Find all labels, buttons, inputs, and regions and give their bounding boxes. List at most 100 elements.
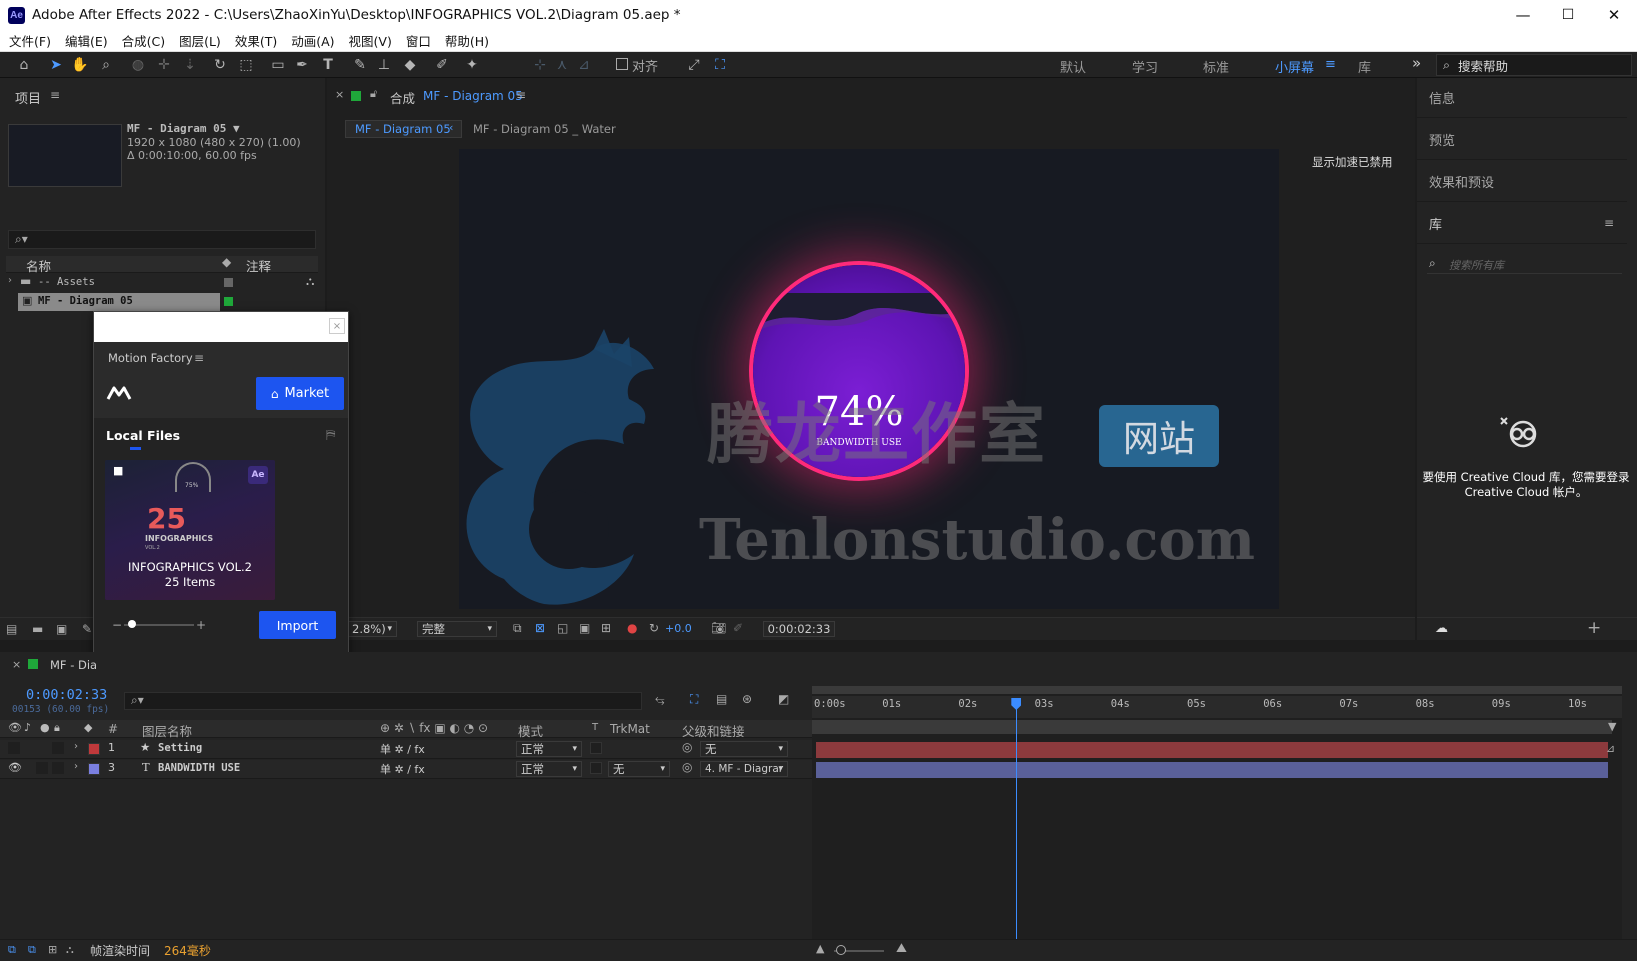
layer-name[interactable]: BANDWIDTH USE [158, 762, 240, 774]
orbit-camera-icon[interactable]: ◍ [128, 55, 148, 75]
menu-composition[interactable]: 合成(C) [122, 31, 165, 50]
flowchart-icon[interactable]: ⛬ [306, 274, 314, 289]
eraser-tool-icon[interactable]: ◆ [400, 55, 420, 75]
pan-camera-icon[interactable]: ✛ [154, 55, 174, 75]
menu-window[interactable]: 窗口 [406, 31, 431, 50]
add-library-icon[interactable]: + [1587, 618, 1601, 638]
layer-duration-bar[interactable] [816, 742, 1608, 758]
breadcrumb-next[interactable]: MF - Diagram 05 _ Water [473, 122, 616, 136]
layer-row-bandwidth-use[interactable]: 👁︎ › 3 T BANDWIDTH USE 单 ✲ / fx 正常 ▾ 无 ▾ ◎… [0, 760, 812, 779]
market-button[interactable]: ⌂ Market [256, 377, 344, 410]
column-mode[interactable]: 模式 [518, 721, 543, 740]
layer-switches[interactable]: 单 ✲ / fx [380, 761, 425, 777]
comp-navigator-bar[interactable] [812, 720, 1612, 734]
project-row-comp[interactable]: ▣ MF - Diagram 05 [6, 293, 318, 311]
preserve-transparency-toggle[interactable] [590, 762, 602, 774]
menu-help[interactable]: 帮助(H) [445, 31, 489, 50]
column-layer-name[interactable]: 图层名称 [142, 721, 192, 740]
reset-exposure-icon[interactable]: ↻ [649, 621, 659, 635]
layer-label-color[interactable] [88, 763, 100, 775]
selection-tool-icon[interactable]: ➤ [46, 55, 66, 75]
project-item-name[interactable]: MF - Diagram 05 ▼ [127, 122, 240, 135]
align-checkbox[interactable] [616, 58, 628, 70]
column-preserve-transparency[interactable]: T [592, 722, 598, 733]
timeline-tab-label[interactable]: MF - Dia [50, 658, 97, 672]
modes-toggle-icon[interactable]: ⧉ [28, 943, 36, 957]
libraries-panel-tab[interactable]: 库 [1417, 204, 1627, 244]
more-workspaces-icon[interactable]: » [1412, 54, 1421, 72]
rotation-tool-icon[interactable]: ↻ [210, 55, 230, 75]
parent-dropdown[interactable]: 4. MF - Diagrar ▾ [700, 761, 788, 777]
column-track-matte[interactable]: TrkMat [610, 722, 650, 736]
track-matte-dropdown[interactable]: 无 ▾ [608, 761, 670, 777]
expand-arrow-icon[interactable]: › [74, 761, 78, 772]
project-search-field[interactable]: ⌕▾ [8, 230, 316, 249]
pan-behind-tool-icon[interactable]: ⬚ [236, 55, 256, 75]
menu-view[interactable]: 视图(V) [349, 31, 392, 50]
dolly-camera-icon[interactable]: ⇣ [180, 55, 200, 75]
new-folder-icon[interactable]: ▬ [32, 622, 43, 636]
hide-shy-layers-icon[interactable]: ▤ [716, 692, 727, 706]
close-timeline-tab-icon[interactable]: × [12, 658, 21, 671]
channel-icon[interactable]: ● [627, 621, 637, 635]
breadcrumb-active[interactable]: MF - Diagram 05 ‹ [345, 120, 462, 138]
pick-whip-icon[interactable]: ◎ [682, 760, 692, 774]
layer-search-field[interactable]: ⌕▾ [124, 692, 642, 710]
draft-3d-icon[interactable]: ⛶ [690, 692, 698, 707]
snapshot-camera-icon[interactable]: 📷︎ [711, 621, 726, 635]
workspace-learn[interactable]: 学习 [1132, 57, 1158, 76]
show-snapshot-icon[interactable]: ✐ [733, 621, 743, 635]
close-comp-tab-icon[interactable]: × [335, 88, 344, 101]
zoom-tool-icon[interactable]: ⌕ [96, 55, 116, 75]
comp-marker-bin-icon[interactable]: ⊿ [1606, 742, 1615, 755]
workspace-default[interactable]: 默认 [1060, 57, 1086, 76]
library-search-field[interactable]: ⌕ 搜索所有库 [1427, 254, 1622, 274]
eye-visibility-icon[interactable]: 👁︎ [8, 761, 22, 774]
preserve-transparency-toggle[interactable] [590, 742, 602, 754]
workspace-standard[interactable]: 标准 [1203, 57, 1229, 76]
snapping-icon[interactable]: ⤢ [684, 55, 704, 75]
menu-effect[interactable]: 效果(T) [235, 31, 277, 50]
work-area-bar[interactable] [812, 686, 1622, 694]
zoom-out-icon[interactable]: − [112, 618, 122, 632]
grid-guides-icon[interactable]: ⊞ [601, 621, 611, 635]
plugin-menu-icon[interactable]: ≡ [194, 351, 204, 365]
home-icon[interactable]: ⌂ [14, 55, 34, 75]
video-toggle[interactable] [8, 742, 20, 754]
project-row-assets[interactable]: › ▬ -- Assets ⛬ [6, 274, 318, 292]
zoom-marker-icon[interactable]: ▼ [1608, 720, 1616, 733]
project-menu-icon[interactable]: ≡ [50, 88, 60, 102]
current-time-display[interactable]: 0:00:02:33 [26, 687, 107, 703]
comp-mini-flowchart-icon[interactable]: ⥃ [655, 692, 665, 707]
new-comp-icon[interactable]: ▣ [56, 622, 67, 636]
puppet-pin-tool-icon[interactable]: ✦ [462, 55, 482, 75]
label-color-swatch[interactable] [224, 297, 233, 306]
resolution-dropdown[interactable]: 完整 ▾ [417, 621, 497, 637]
project-settings-icon[interactable]: ✎ [82, 622, 92, 636]
column-name[interactable]: 名称 [26, 256, 51, 275]
layer-switches-toggle-icon[interactable]: ⧉ [8, 943, 16, 957]
workspace-menu-icon[interactable]: ≡ [1325, 57, 1336, 72]
frame-blending-icon[interactable]: ⊛ [742, 692, 752, 706]
column-comment[interactable]: 注释 [246, 256, 271, 275]
layer-label-color[interactable] [88, 743, 100, 755]
region-of-interest-icon[interactable]: ▣ [579, 621, 590, 635]
viewer-timecode[interactable]: 0:00:02:33 [763, 621, 835, 637]
pen-tool-icon[interactable]: ✒ [292, 55, 312, 75]
workspace-library[interactable]: 库 [1358, 57, 1371, 76]
menu-edit[interactable]: 编辑(E) [65, 31, 108, 50]
time-graph-area[interactable]: 0:00s 01s 02s 03s 04s 05s 06s 07s 08s 09… [812, 686, 1622, 946]
local-axis-icon[interactable]: ⊹ [530, 55, 550, 75]
blend-mode-dropdown[interactable]: 正常 ▾ [516, 741, 582, 757]
import-button[interactable]: Import [259, 611, 336, 639]
lock-icon[interactable]: 🔓︎ [370, 87, 377, 101]
comp-viewer[interactable]: 74% BANDWIDTH USE 腾龙工作室 网站 Tenlonstudio.… [459, 149, 1279, 609]
maximize-button[interactable]: ☐ [1545, 0, 1591, 30]
zoom-in-icon[interactable]: + [196, 618, 206, 632]
pick-whip-icon[interactable]: ◎ [682, 740, 692, 754]
transparency-grid-icon[interactable]: ⊠ [535, 621, 545, 635]
mask-path-icon[interactable]: ◱ [557, 621, 568, 635]
menu-layer[interactable]: 图层(L) [179, 31, 221, 50]
menu-file[interactable]: 文件(F) [9, 31, 51, 50]
comp-panel-name[interactable]: MF - Diagram 05 [423, 89, 523, 103]
